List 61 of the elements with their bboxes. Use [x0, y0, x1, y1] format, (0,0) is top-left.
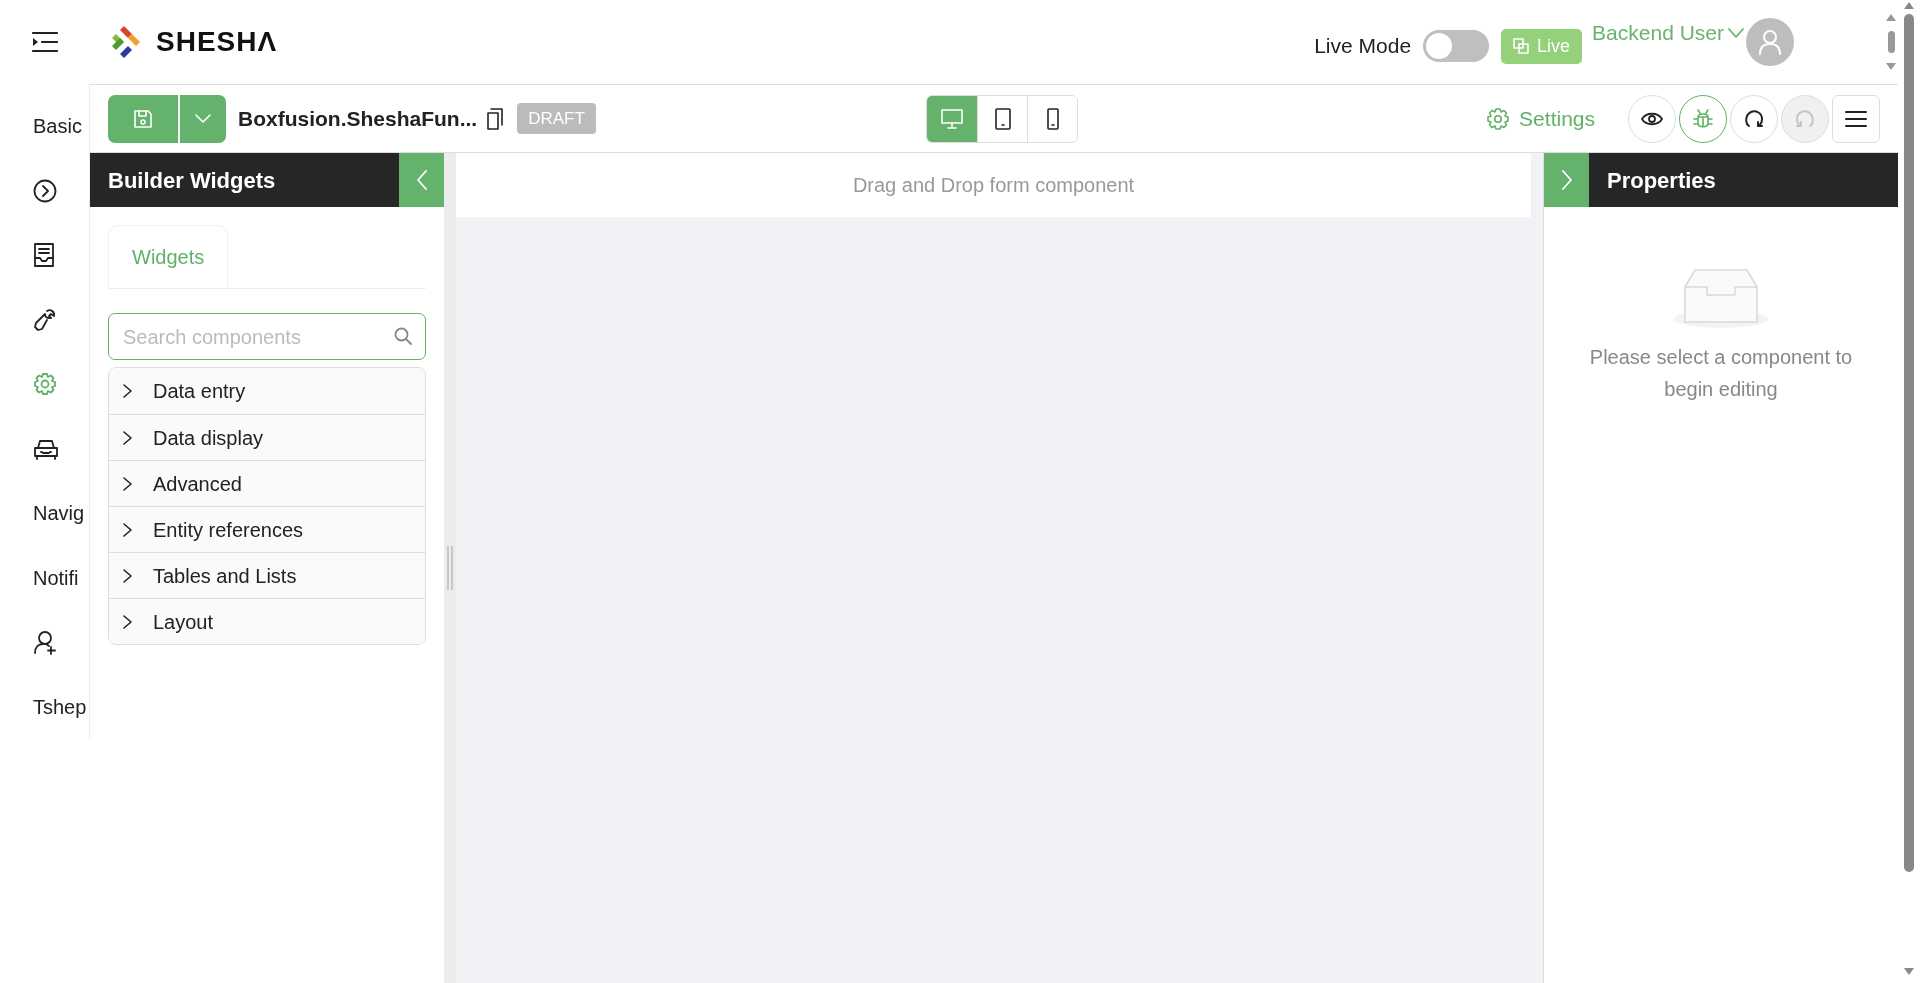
chevron-right-icon: [123, 384, 133, 398]
user-add-icon[interactable]: [33, 629, 59, 656]
app-name: SHESHΛ: [156, 25, 278, 59]
chevron-right-icon: [1560, 170, 1573, 190]
drop-zone-hint: Drag and Drop form component: [456, 153, 1531, 217]
live-mode-label: Live Mode: [1314, 33, 1412, 60]
arrow-circle-icon[interactable]: [33, 178, 57, 203]
header-scroll-bar[interactable]: [1884, 14, 1898, 70]
save-button[interactable]: [108, 94, 178, 143]
copy-icon: [1513, 38, 1530, 54]
live-mode-toggle[interactable]: [1423, 30, 1490, 62]
sidebar-item[interactable]: Basic: [33, 111, 82, 142]
settings-icon: [1487, 107, 1510, 130]
device-switcher[interactable]: [926, 94, 1079, 143]
search-icon: [394, 327, 412, 345]
mobile-icon: [1047, 107, 1059, 130]
desktop-icon: [941, 108, 964, 129]
chevron-down-icon: [195, 113, 211, 124]
copy-icon[interactable]: [487, 107, 504, 130]
chevron-down-icon: [1728, 27, 1744, 39]
bug-icon: [1692, 107, 1714, 130]
chevron-right-icon: [123, 430, 133, 445]
settings-icon[interactable]: [33, 372, 57, 397]
panel-title: Builder Widgets: [107, 166, 277, 195]
sidebar-item[interactable]: Notifi: [33, 562, 79, 593]
menu-button[interactable]: [1832, 94, 1880, 143]
collapse-item[interactable]: Tables and Lists: [109, 552, 425, 598]
status-badge: DRAFT: [517, 102, 596, 135]
eye-icon: [1641, 110, 1663, 127]
chevron-right-icon: [123, 476, 133, 491]
form-name: Boxfusion.SheshaFun...: [238, 105, 478, 132]
empty-state-text: Please select a component to begin editing: [1588, 345, 1854, 402]
chevron-right-icon: [123, 568, 133, 583]
save-icon: [134, 109, 152, 128]
empty-inbox-icon: [1673, 267, 1769, 329]
chevron-left-icon: [415, 170, 428, 190]
dropdown-button[interactable]: [178, 94, 226, 143]
chevron-right-icon: [123, 614, 133, 629]
menu-icon[interactable]: [32, 31, 58, 53]
wrench-icon[interactable]: [33, 307, 57, 332]
preview-button[interactable]: [1628, 94, 1676, 143]
sidebar-item[interactable]: Navig: [33, 498, 85, 529]
panel-title: Properties: [1606, 166, 1717, 195]
collapse-item[interactable]: Entity references: [109, 506, 425, 552]
collapse-item[interactable]: Data display: [109, 414, 425, 460]
document-tray-icon[interactable]: [33, 243, 55, 268]
user-icon: [1758, 29, 1782, 55]
undo-icon: [1744, 108, 1764, 129]
collapse-item[interactable]: Layout: [109, 598, 425, 644]
collapse-item[interactable]: Advanced: [109, 460, 425, 506]
splitter-handle[interactable]: [447, 546, 453, 590]
car-icon[interactable]: [33, 437, 59, 460]
search-field[interactable]: Search components: [108, 313, 426, 360]
device-button[interactable]: [1027, 95, 1078, 142]
sidebar-item[interactable]: Tshep: [33, 691, 87, 722]
redo-icon: [1795, 108, 1815, 129]
menu-icon: [1845, 109, 1867, 128]
tablet-icon: [995, 107, 1011, 130]
collapse-item[interactable]: Data entry: [109, 368, 425, 414]
chevron-right-icon: [123, 522, 133, 537]
undo-button[interactable]: [1730, 94, 1778, 143]
